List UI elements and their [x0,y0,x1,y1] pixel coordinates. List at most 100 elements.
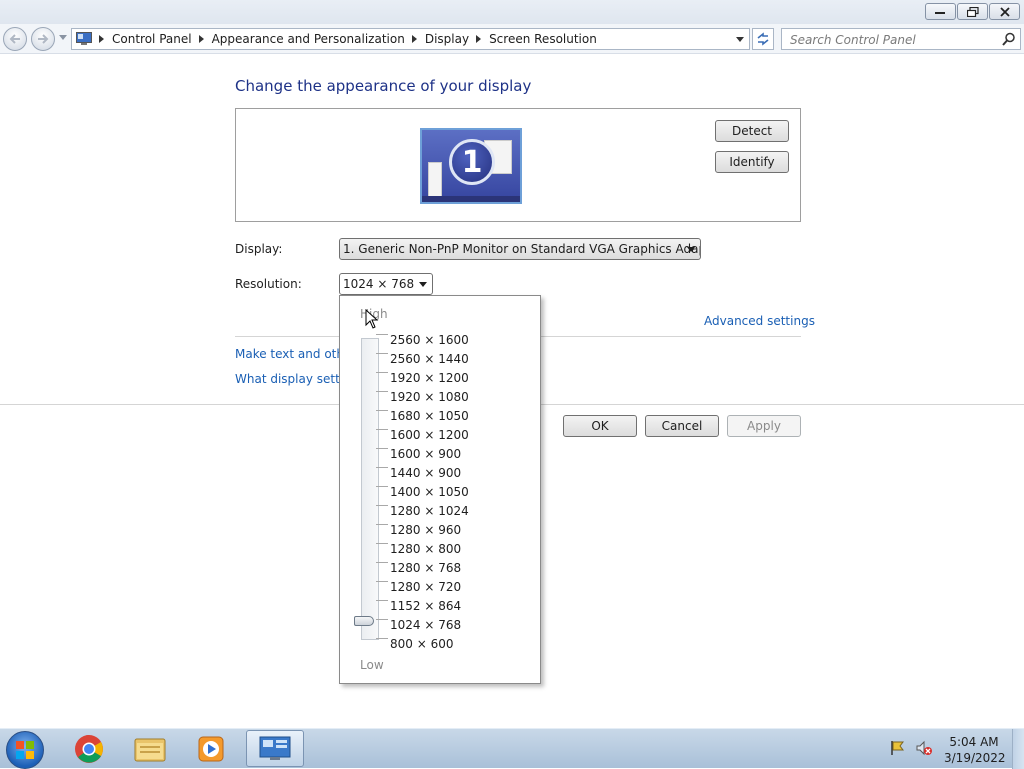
start-button[interactable] [6,731,44,769]
restore-icon [966,6,979,17]
advanced-settings-link[interactable]: Advanced settings [704,314,815,328]
display-label: Display: [235,242,283,256]
taskbar-control-panel[interactable] [246,730,304,767]
back-arrow-icon [9,34,20,44]
monitor-1-icon[interactable]: 1 [420,128,522,204]
resolution-dropdown: High 2560 × 1600 2560 × 1440 1920 × 1200 19… [339,295,541,684]
slider-tick [376,600,388,601]
action-center-flag-icon[interactable] [889,739,907,757]
resolution-option[interactable]: 1920 × 1200 [390,369,530,388]
resolution-select-value: 1024 × 768 [343,277,415,291]
monitor-window-graphic [428,162,442,198]
resolution-select[interactable]: 1024 × 768 [339,273,433,295]
slider-tick [376,467,388,468]
address-dropdown-icon[interactable] [736,37,744,42]
resolution-slider-thumb[interactable] [354,616,374,626]
breadcrumb-screen-resolution[interactable]: Screen Resolution [489,32,597,46]
resolution-option[interactable]: 1280 × 1024 [390,502,530,521]
control-panel-icon [76,32,92,45]
folder-icon [134,738,166,761]
display-select-value: 1. Generic Non-PnP Monitor on Standard V… [343,242,701,256]
breadcrumb-arrow-icon[interactable] [476,35,482,43]
page-title: Change the appearance of your display [235,77,532,95]
breadcrumb-appearance[interactable]: Appearance and Personalization [212,32,405,46]
system-tray [889,739,933,757]
slider-tick [376,486,388,487]
slider-low-label: Low [360,658,384,672]
breadcrumb-arrow-icon[interactable] [198,35,204,43]
chrome-icon [75,734,103,763]
slider-tick [376,524,388,525]
resolution-option[interactable]: 1400 × 1050 [390,483,530,502]
breadcrumb-arrow-icon[interactable] [99,35,104,43]
resolution-option[interactable]: 1600 × 1200 [390,426,530,445]
slider-tick [376,505,388,506]
chevron-down-icon [419,282,427,287]
taskbar-windows-explorer[interactable] [121,730,179,767]
clock-date: 3/19/2022 [944,751,1006,765]
slider-tick [376,619,388,620]
resolution-option[interactable]: 1600 × 900 [390,445,530,464]
slider-tick [376,410,388,411]
detect-button[interactable]: Detect [715,120,789,142]
mouse-cursor-icon [365,309,379,329]
resolution-label: Resolution: [235,277,302,291]
slider-tick [376,638,388,639]
chevron-down-icon [687,247,695,252]
resolution-option[interactable]: 1280 × 960 [390,521,530,540]
resolution-option[interactable]: 1280 × 800 [390,540,530,559]
close-icon [999,6,1010,17]
resolution-option[interactable]: 2560 × 1600 [390,331,530,350]
breadcrumb-arrow-icon[interactable] [411,35,417,43]
forward-arrow-icon [38,34,49,44]
apply-button: Apply [727,415,801,437]
search-box[interactable] [781,28,1021,50]
clock-time: 5:04 AM [949,735,999,749]
resolution-option[interactable]: 1152 × 864 [390,597,530,616]
control-panel-icon [259,736,291,760]
resolution-option[interactable]: 1680 × 1050 [390,407,530,426]
clock[interactable]: 5:04 AM 3/19/2022 [944,734,1006,766]
show-desktop-button[interactable] [1012,729,1024,769]
search-icon[interactable] [1002,32,1016,46]
restore-button[interactable] [957,3,988,20]
recent-pages-chevron-icon[interactable] [59,35,67,40]
resolution-option[interactable]: 1280 × 720 [390,578,530,597]
back-button[interactable] [3,27,27,51]
identify-button[interactable]: Identify [715,151,789,173]
monitor-preview-panel: 1 Detect Identify [235,108,801,222]
slider-tick [376,581,388,582]
resolution-option[interactable]: 2560 × 1440 [390,350,530,369]
resolution-option[interactable]: 1440 × 900 [390,464,530,483]
resolution-option[interactable]: 1024 × 768 [390,616,530,635]
forward-button[interactable] [31,27,55,51]
ok-button[interactable]: OK [563,415,637,437]
slider-tick [376,543,388,544]
monitor-number-badge: 1 [449,139,495,185]
taskbar-media-player[interactable] [182,730,240,767]
windows-logo-icon [16,741,34,759]
taskbar-chrome[interactable] [60,730,118,767]
close-button[interactable] [989,3,1020,20]
minimize-icon [935,11,945,14]
refresh-icon [757,32,769,46]
slider-tick [376,372,388,373]
slider-tick [376,429,388,430]
resolution-option[interactable]: 1920 × 1080 [390,388,530,407]
resolution-option[interactable]: 800 × 600 [390,635,530,654]
navigation-bar: Control Panel Appearance and Personaliza… [0,24,1024,54]
breadcrumb-control-panel[interactable]: Control Panel [112,32,192,46]
search-input[interactable] [788,32,998,47]
minimize-button[interactable] [925,3,956,20]
slider-tick [376,391,388,392]
taskbar: 5:04 AM 3/19/2022 [0,728,1024,769]
resolution-option[interactable]: 1280 × 768 [390,559,530,578]
media-player-icon [198,736,224,761]
cancel-button[interactable]: Cancel [645,415,719,437]
volume-muted-icon[interactable] [915,739,933,757]
display-select[interactable]: 1. Generic Non-PnP Monitor on Standard V… [339,238,701,260]
slider-tick [376,353,388,354]
breadcrumb-display[interactable]: Display [425,32,469,46]
refresh-button[interactable] [752,28,774,50]
address-bar[interactable]: Control Panel Appearance and Personaliza… [71,28,750,50]
